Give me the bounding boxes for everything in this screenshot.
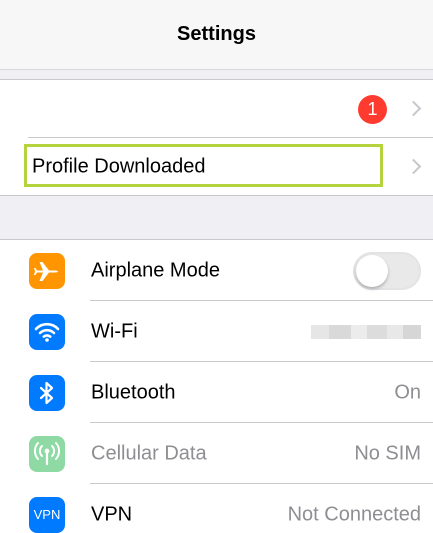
bluetooth-label: Bluetooth bbox=[91, 381, 176, 403]
notification-badge: 1 bbox=[358, 95, 387, 124]
airplane-mode-row: Airplane Mode bbox=[0, 240, 433, 301]
wifi-icon bbox=[29, 313, 65, 350]
chevron-right-icon bbox=[405, 100, 422, 117]
cellular-data-label: Cellular Data bbox=[91, 442, 207, 464]
cellular-antenna-icon bbox=[29, 435, 65, 472]
vpn-icon: VPN bbox=[29, 496, 65, 533]
airplane-mode-label: Airplane Mode bbox=[91, 259, 220, 281]
wifi-network-value-obscured bbox=[311, 324, 421, 339]
vpn-icon-text: VPN bbox=[33, 506, 61, 522]
vpn-label: VPN bbox=[91, 503, 133, 525]
vpn-row[interactable]: VPN VPN Not Connected bbox=[0, 484, 433, 533]
page-title: Settings bbox=[177, 23, 256, 45]
cellular-data-status: No SIM bbox=[354, 442, 421, 464]
wifi-label: Wi-Fi bbox=[91, 320, 138, 342]
wifi-row[interactable]: Wi-Fi bbox=[0, 301, 433, 362]
cellular-data-row[interactable]: Cellular Data No SIM bbox=[0, 423, 433, 484]
bluetooth-row[interactable]: Bluetooth On bbox=[0, 362, 433, 423]
chevron-right-icon bbox=[405, 158, 422, 175]
notification-row[interactable]: 1 bbox=[0, 80, 433, 138]
airplane-mode-toggle[interactable] bbox=[353, 251, 421, 290]
navigation-bar: Settings bbox=[0, 0, 433, 70]
bluetooth-status: On bbox=[394, 381, 421, 403]
airplane-icon bbox=[29, 252, 65, 289]
toggle-knob bbox=[356, 254, 388, 287]
highlight-box bbox=[24, 144, 383, 187]
connectivity-group: Airplane Mode Wi-Fi Bluetooth On Cellula… bbox=[0, 239, 433, 533]
bluetooth-icon bbox=[29, 374, 65, 411]
vpn-status: Not Connected bbox=[287, 503, 421, 525]
settings-screen: Settings 1 Profile Downloaded Airplane M… bbox=[0, 0, 433, 533]
